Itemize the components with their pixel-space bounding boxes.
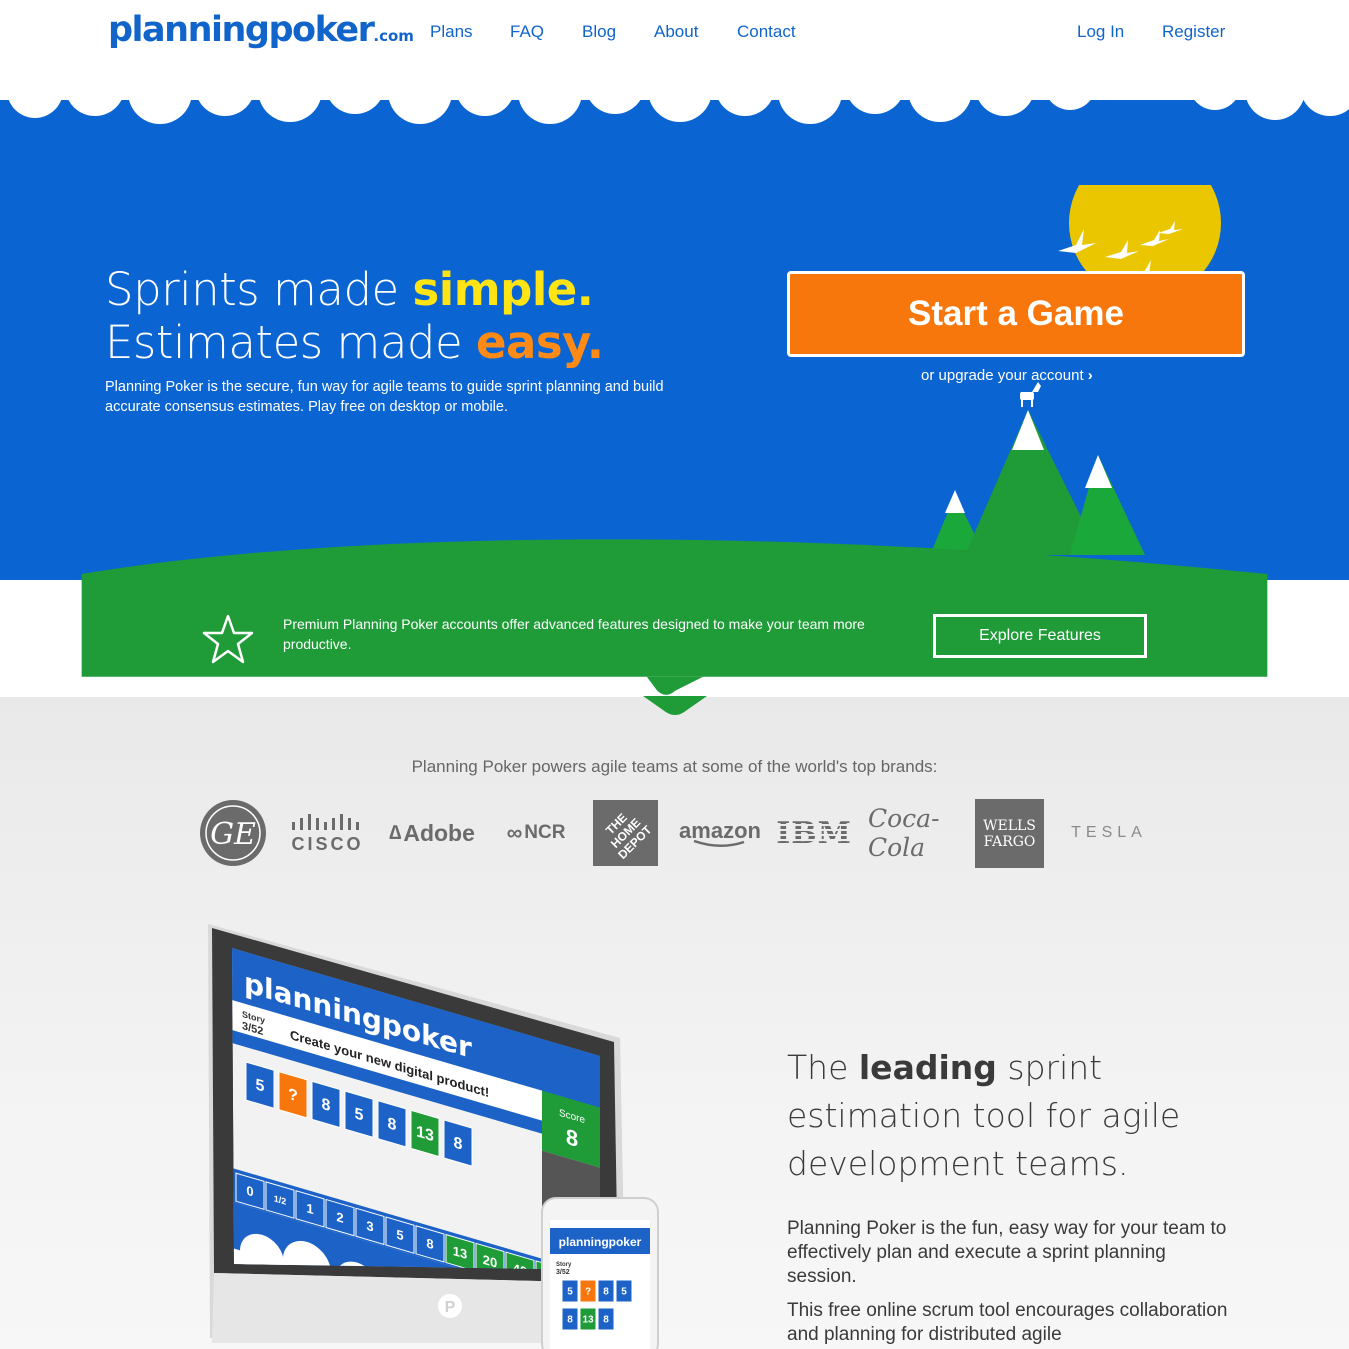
brands-title: Planning Poker powers agile teams at som… bbox=[411, 757, 938, 776]
headline-line1: Sprints made bbox=[105, 263, 413, 316]
svg-text:8: 8 bbox=[603, 1286, 609, 1297]
brand-cocacola-logo: Coca-Cola bbox=[868, 799, 952, 867]
nav-faq[interactable]: FAQ bbox=[510, 22, 544, 42]
brand-wells-fargo-logo: WELLS FARGO bbox=[975, 799, 1044, 868]
brand-wells-fargo-text: WELLS FARGO bbox=[983, 817, 1036, 850]
svg-text:?: ? bbox=[585, 1286, 591, 1297]
app-screenshot-illustration: P planningpoker Story 3/52 Create your n… bbox=[208, 924, 659, 1349]
lead-title-bold: leading bbox=[858, 1048, 997, 1087]
phone-story-num: 3/52 bbox=[556, 1269, 570, 1276]
brand-ncr-text: NCR bbox=[524, 822, 566, 843]
brand-ge-text: GE bbox=[210, 817, 256, 852]
svg-text:5: 5 bbox=[567, 1286, 573, 1297]
hero-description: Planning Poker is the secure, fun way fo… bbox=[105, 379, 664, 415]
brand-cisco-text: CISCO bbox=[291, 833, 364, 854]
nav-contact[interactable]: Contact bbox=[737, 22, 796, 42]
svg-text:5: 5 bbox=[621, 1286, 627, 1297]
brand-ncr-logo: ∞ NCR bbox=[506, 820, 566, 845]
svg-text:?: ? bbox=[288, 1085, 298, 1105]
phone-story-label: Story bbox=[556, 1262, 572, 1268]
svg-text:8: 8 bbox=[603, 1314, 609, 1325]
svg-text:8: 8 bbox=[322, 1095, 331, 1115]
player-card: 5 bbox=[245, 1061, 275, 1109]
lead-title-pre: The bbox=[787, 1048, 859, 1087]
svg-text:8: 8 bbox=[454, 1133, 463, 1153]
svg-text:5: 5 bbox=[355, 1104, 364, 1124]
headline-line2: Estimates made bbox=[105, 316, 476, 369]
brand-ibm-logo: IBM bbox=[776, 799, 851, 867]
lead-paragraph-1: Planning Poker is the fun, easy way for … bbox=[787, 1218, 1227, 1287]
hero-headline: Sprints made simple. Estimates made easy… bbox=[105, 263, 604, 369]
svg-text:8: 8 bbox=[388, 1114, 397, 1134]
section-pointer bbox=[643, 696, 707, 715]
svg-text:5: 5 bbox=[396, 1227, 404, 1244]
logo[interactable]: planningpoker.com bbox=[108, 10, 414, 50]
player-card: 5 bbox=[344, 1090, 374, 1138]
brand-ibm-text: IBM bbox=[776, 815, 852, 851]
svg-text:8: 8 bbox=[567, 1314, 573, 1325]
lead-title: The leading sprint estimation tool for a… bbox=[787, 1044, 1257, 1188]
phone-card: 5 bbox=[561, 1279, 579, 1303]
svg-text:8: 8 bbox=[426, 1235, 433, 1252]
player-card: 8 bbox=[377, 1100, 407, 1148]
svg-text:0: 0 bbox=[246, 1183, 253, 1200]
brand-cocacola-text: Coca-Cola bbox=[868, 804, 940, 862]
svg-text:1: 1 bbox=[306, 1200, 314, 1217]
login-link[interactable]: Log In bbox=[1077, 22, 1124, 42]
phone-card: 5 bbox=[615, 1279, 633, 1303]
brand-ge-logo: GE bbox=[198, 799, 268, 867]
lead-paragraph-2: This free online scrum tool encourages c… bbox=[787, 1300, 1228, 1345]
brand-adobe-text: Adobe bbox=[403, 819, 475, 846]
phone-card: 8 bbox=[597, 1307, 615, 1331]
brand-adobe-logo: ∆ Adobe bbox=[389, 819, 475, 846]
svg-text:13: 13 bbox=[582, 1314, 594, 1325]
phone-card: 8 bbox=[597, 1279, 615, 1303]
svg-text:P: P bbox=[445, 1299, 456, 1316]
explore-features-button[interactable]: Explore Features bbox=[933, 614, 1147, 658]
nav-plans[interactable]: Plans bbox=[430, 22, 473, 42]
player-card: 13 bbox=[410, 1109, 440, 1158]
phone-card: ? bbox=[579, 1279, 597, 1303]
hero-section: Sprints made simple. Estimates made easy… bbox=[0, 100, 1349, 580]
headline-highlight-easy: easy. bbox=[475, 316, 604, 369]
logo-suffix: .com bbox=[373, 27, 414, 45]
start-game-button[interactable]: Start a Game bbox=[787, 271, 1245, 357]
brand-home-depot-logo: THE HOME DEPOT bbox=[593, 800, 658, 866]
svg-text:3: 3 bbox=[366, 1218, 373, 1235]
player-card: 8 bbox=[443, 1119, 473, 1167]
star-icon bbox=[202, 614, 254, 664]
clouds-decoration bbox=[8, 100, 1349, 124]
nav-blog[interactable]: Blog bbox=[582, 22, 616, 42]
svg-text:5: 5 bbox=[256, 1076, 265, 1096]
register-link[interactable]: Register bbox=[1162, 22, 1225, 42]
headline-highlight-simple: simple. bbox=[412, 263, 594, 316]
brand-tesla-logo: TESLA bbox=[1066, 799, 1152, 867]
logo-main: planningpoker bbox=[108, 10, 375, 50]
site-header: planningpoker.com Plans FAQ Blog About C… bbox=[0, 0, 1349, 100]
premium-text: Premium Planning Poker accounts offer ad… bbox=[283, 616, 865, 652]
nav-about[interactable]: About bbox=[654, 22, 698, 42]
app-score-value: 8 bbox=[566, 1124, 578, 1152]
brand-home-depot-text: THE HOME DEPOT bbox=[602, 810, 654, 862]
player-card: ? bbox=[278, 1071, 308, 1119]
brand-tesla-text: TESLA bbox=[1071, 824, 1147, 841]
svg-text:2: 2 bbox=[336, 1209, 343, 1226]
phone-logo-text: planningpoker bbox=[559, 1235, 642, 1249]
brand-amazon-logo: amazon bbox=[679, 799, 761, 867]
brand-cisco-logo: CISCO bbox=[290, 799, 365, 867]
player-card: 8 bbox=[311, 1080, 341, 1129]
phone-card: 13 bbox=[579, 1307, 597, 1331]
phone-card: 8 bbox=[561, 1307, 579, 1331]
